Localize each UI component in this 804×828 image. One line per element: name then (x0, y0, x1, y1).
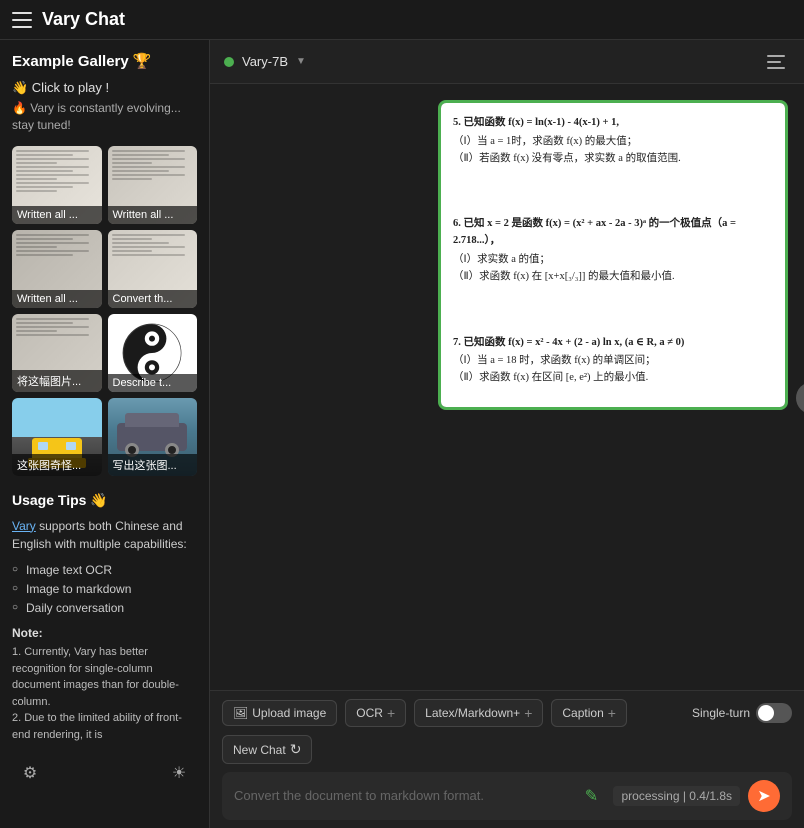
caption-plus-icon: + (608, 705, 616, 721)
math-problem-7: 7. 已知函数 f(x) = x² - 4x + (2 - a) ln x, (… (453, 335, 773, 387)
usage-intro: Vary supports both Chinese and English w… (12, 517, 197, 553)
chat-header: Vary-7B ▼ (210, 40, 804, 84)
gallery-item-2[interactable]: Written all ... (108, 146, 198, 224)
gallery-item-1-label: Written all ... (12, 206, 102, 224)
single-turn-label: Single-turn (692, 706, 750, 720)
gallery-title: Example Gallery 🏆 (12, 52, 197, 70)
usage-tips-title: Usage Tips 👋 (12, 492, 197, 509)
gallery-item-3[interactable]: Written all ... (12, 230, 102, 308)
latex-plus-icon: + (524, 705, 532, 721)
chat-input-row: ✎ processing | 0.4/1.8s ➤ (222, 772, 792, 820)
gallery-item-4-label: Convert th... (108, 290, 198, 308)
gallery-item-2-label: Written all ... (108, 206, 198, 224)
usage-list-item-1: Image text OCR (12, 561, 197, 580)
math-problem-6: 6. 已知 x = 2 是函数 f(x) = (x² + ax - 2a - 3… (453, 216, 773, 285)
send-button[interactable]: ➤ (748, 780, 780, 812)
processing-text: processing | 0.4/1.8s (613, 786, 740, 806)
gallery-item-3-label: Written all ... (12, 290, 102, 308)
menu-icon[interactable] (12, 12, 32, 28)
gallery-grid: Written all ... Written all ... (12, 146, 197, 476)
gallery-item-4[interactable]: Convert th... (108, 230, 198, 308)
upload-icon: 🖼 (233, 706, 248, 720)
app-title: Vary Chat (42, 9, 125, 30)
vary-link[interactable]: Vary (12, 519, 36, 533)
topbar: Vary Chat (0, 0, 804, 40)
gallery-item-5-label: 将这幅图片... (12, 370, 102, 392)
gallery-item-5[interactable]: 将这幅图片... (12, 314, 102, 392)
avatar-user (796, 382, 804, 414)
ocr-plus-icon: + (387, 705, 395, 721)
single-turn-toggle[interactable] (756, 703, 792, 723)
chat-messages: 5. 已知函数 f(x) = ln(x-1) - 4(x-1) + 1, （Ⅰ）… (210, 84, 804, 690)
gallery-item-6[interactable]: Describe t... (108, 314, 198, 392)
usage-tips: Usage Tips 👋 Vary supports both Chinese … (12, 492, 197, 744)
chat-input[interactable] (234, 785, 569, 807)
ocr-button[interactable]: OCR + (345, 699, 406, 727)
gallery-item-1[interactable]: Written all ... (12, 146, 102, 224)
model-selector[interactable]: Vary-7B ▼ (224, 54, 306, 69)
gallery-item-7-label: 这张图奇怪... (12, 454, 102, 476)
model-status-dot (224, 57, 234, 67)
note-1: 1. Currently, Vary has better recognitio… (12, 644, 197, 710)
gallery-item-6-label: Describe t... (108, 374, 198, 392)
gallery-item-8-label: 写出这张图... (108, 454, 198, 476)
chat-toolbar: 🖼 Upload image OCR + Latex/Markdown+ + C… (222, 699, 792, 764)
caption-button[interactable]: Caption + (551, 699, 627, 727)
sidebar-bottom: ⚙ ☀ (12, 751, 197, 791)
note-title: Note: (12, 626, 197, 640)
new-chat-button[interactable]: New Chat ↻ (222, 735, 312, 764)
single-turn-toggle-group: Single-turn (692, 703, 792, 723)
chat-footer: 🖼 Upload image OCR + Latex/Markdown+ + C… (210, 690, 804, 828)
new-chat-icon: ↻ (290, 741, 302, 758)
message-image-box: 5. 已知函数 f(x) = ln(x-1) - 4(x-1) + 1, （Ⅰ）… (438, 100, 788, 410)
model-name: Vary-7B (242, 54, 288, 69)
processing-badge: processing | 0.4/1.8s (613, 786, 740, 806)
usage-list: Image text OCR Image to markdown Daily c… (12, 561, 197, 619)
main-layout: Example Gallery 🏆 👋 Click to play ! 🔥 Va… (0, 40, 804, 828)
usage-list-item-2: Image to markdown (12, 580, 197, 599)
gallery-item-8[interactable]: 写出这张图... (108, 398, 198, 476)
settings-icon[interactable]: ⚙ (16, 759, 44, 787)
usage-list-item-3: Daily conversation (12, 599, 197, 618)
chat-options-icon[interactable] (762, 48, 790, 76)
stay-tuned: 🔥 Vary is constantly evolving... stay tu… (12, 100, 197, 134)
toggle-knob (758, 705, 774, 721)
model-chevron-icon: ▼ (296, 56, 306, 67)
gallery-item-7[interactable]: 这张图奇怪... (12, 398, 102, 476)
note-2: 2. Due to the limited ability of front-e… (12, 710, 197, 743)
edit-icon[interactable]: ✎ (577, 782, 605, 810)
click-to-play[interactable]: 👋 Click to play ! (12, 80, 197, 96)
latex-markdown-button[interactable]: Latex/Markdown+ + (414, 699, 543, 727)
upload-image-button[interactable]: 🖼 Upload image (222, 700, 337, 726)
sidebar: Example Gallery 🏆 👋 Click to play ! 🔥 Va… (0, 40, 210, 828)
chat-area: Vary-7B ▼ 5. 已知函数 f(x) = ln(x-1) - 4(x-1… (210, 40, 804, 828)
math-problem-5: 5. 已知函数 f(x) = ln(x-1) - 4(x-1) + 1, （Ⅰ）… (453, 115, 773, 167)
message-image-container: 5. 已知函数 f(x) = ln(x-1) - 4(x-1) + 1, （Ⅰ）… (438, 100, 788, 410)
math-image-content: 5. 已知函数 f(x) = ln(x-1) - 4(x-1) + 1, （Ⅰ）… (441, 103, 785, 407)
brightness-icon[interactable]: ☀ (165, 759, 193, 787)
